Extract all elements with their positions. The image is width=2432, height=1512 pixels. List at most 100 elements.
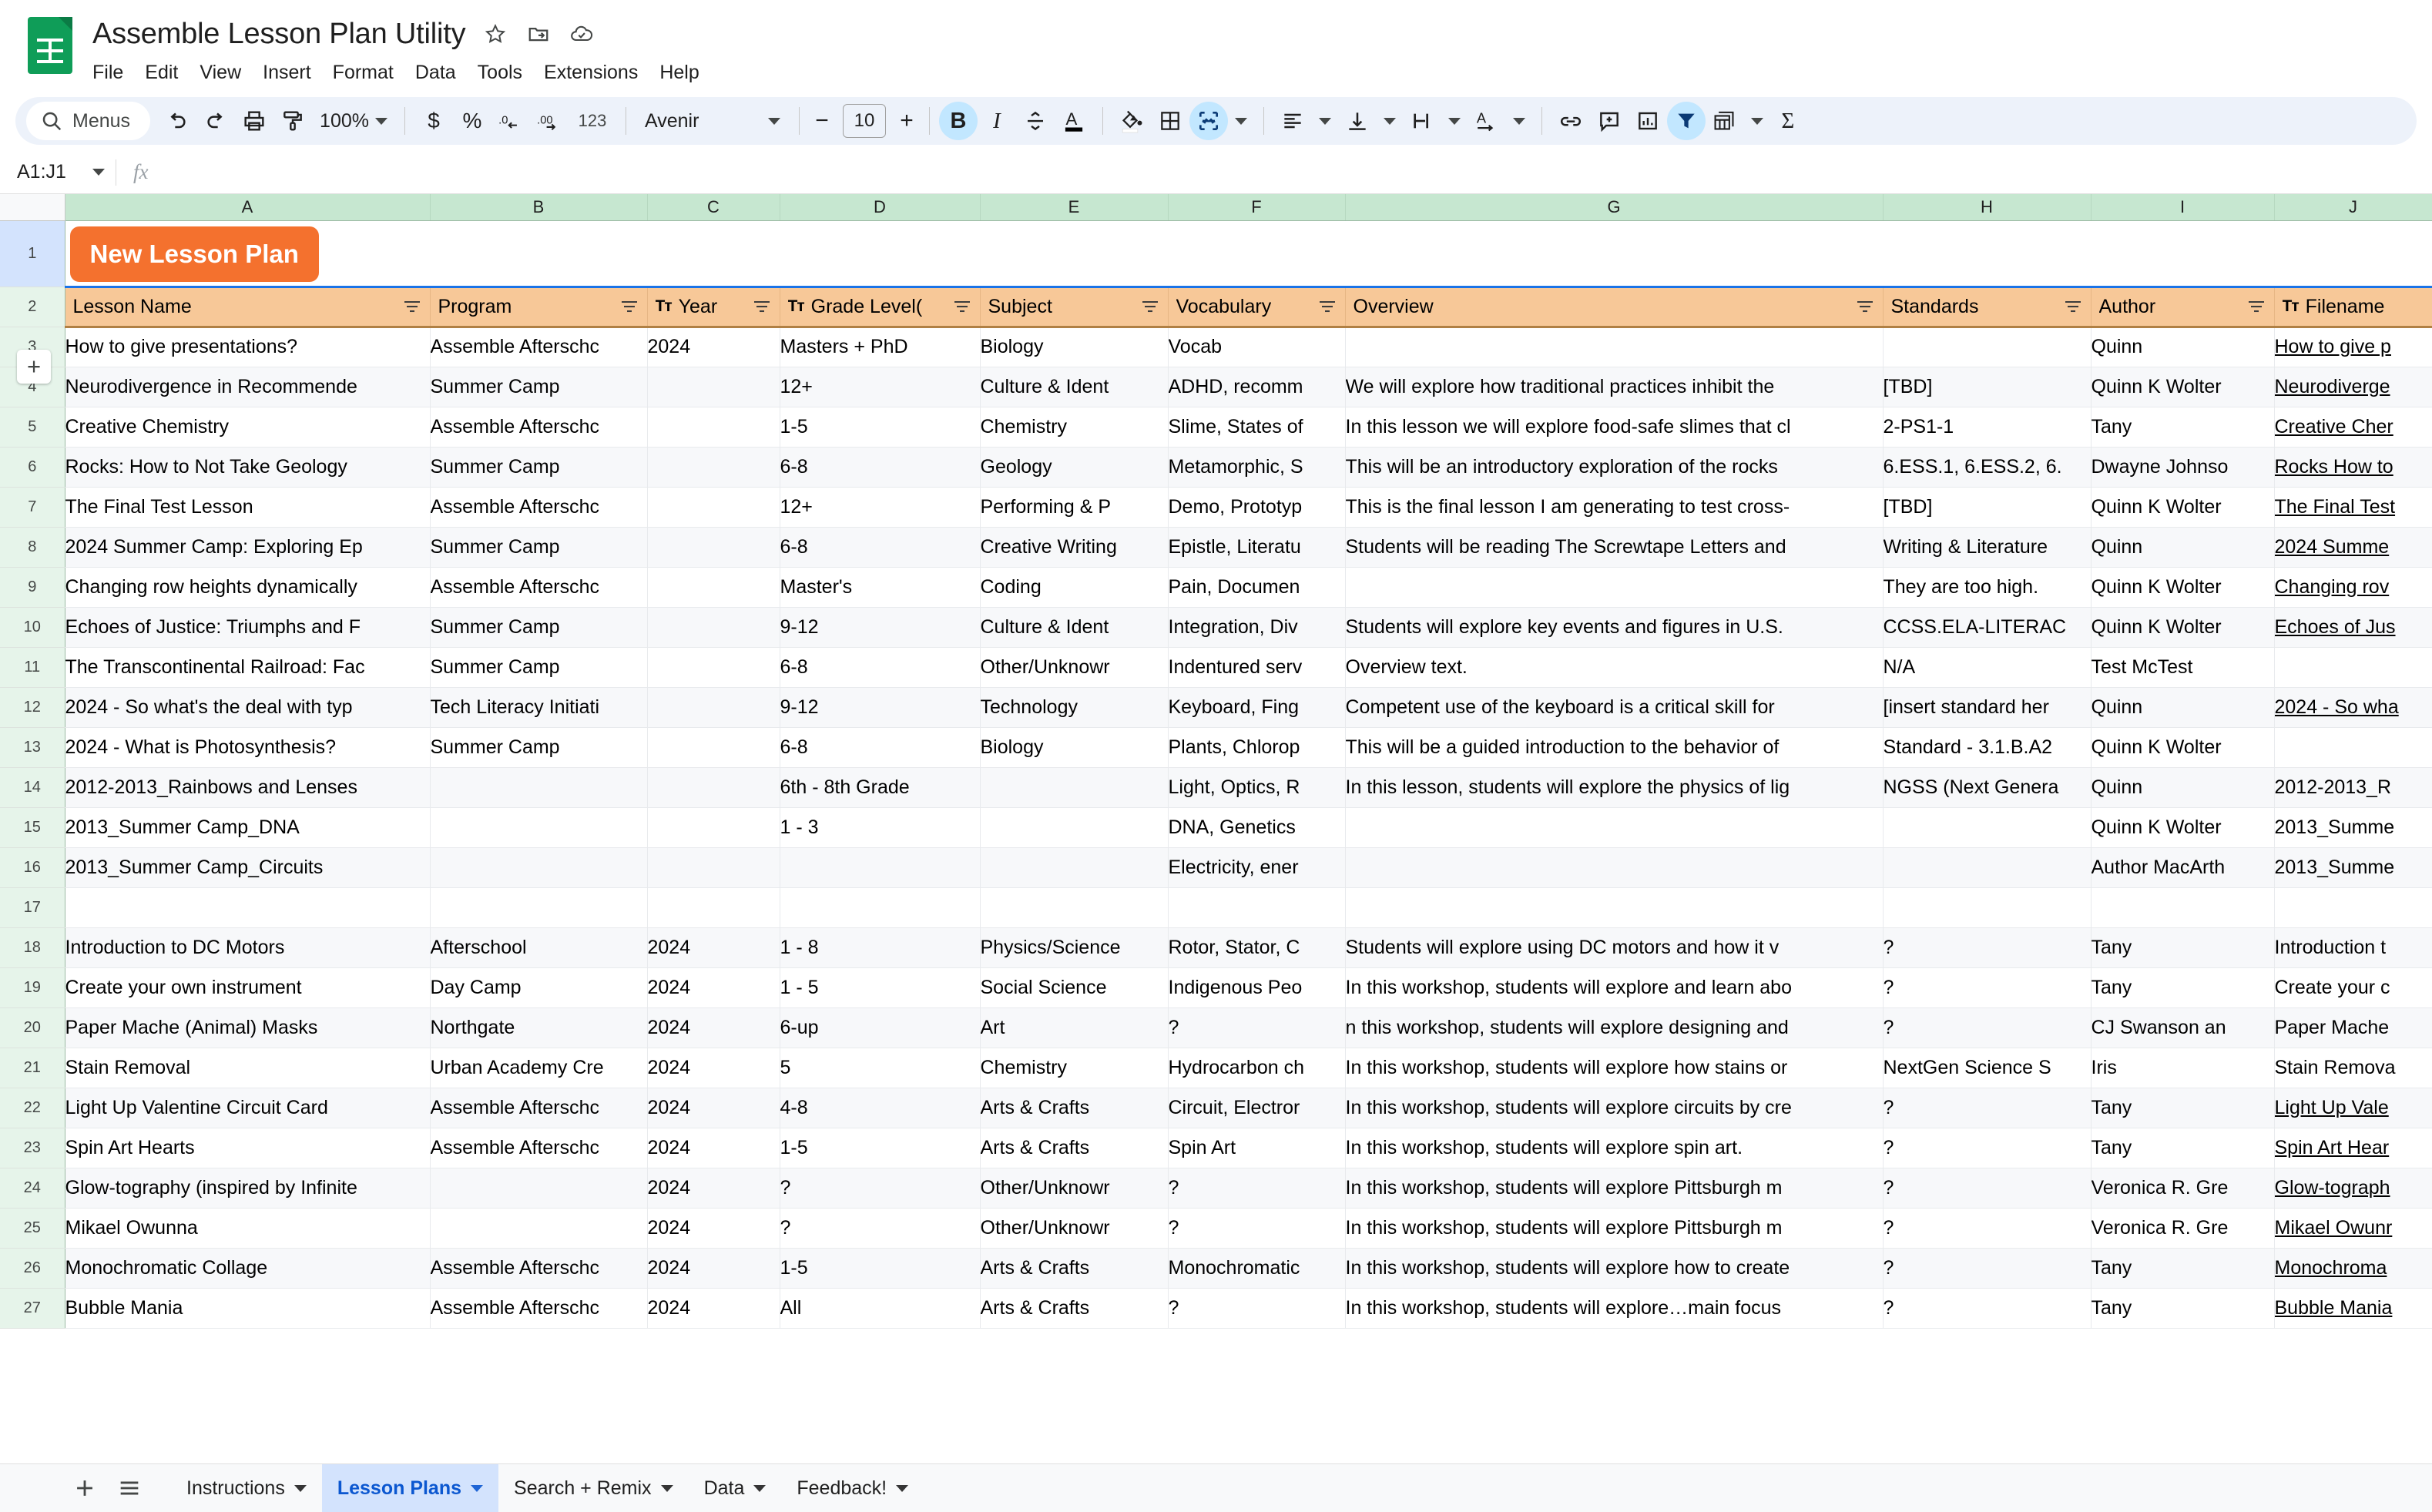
cell-F22[interactable]: Circuit, Electror [1168,1088,1346,1128]
cell-A14[interactable]: 2012-2013_Rainbows and Lenses [65,767,431,808]
cell-F27[interactable]: ? [1168,1288,1346,1329]
cell-D12[interactable]: 9-12 [780,687,981,728]
cell-A12[interactable]: 2024 - So what's the deal with typ [65,687,431,728]
decrease-decimal-button[interactable]: .0 [491,102,530,140]
cell-A18[interactable]: Introduction to DC Motors [65,927,431,968]
table-row[interactable]: 14 2012-2013_Rainbows and Lenses 6th - 8t… [0,767,2432,808]
cell-E3[interactable]: Biology [980,327,1169,367]
cell-D13[interactable]: 6-8 [780,727,981,768]
cell-G18[interactable]: Students will explore using DC motors an… [1345,927,1884,968]
cell-I5[interactable]: Tany [2091,407,2275,448]
cell-C17[interactable] [647,887,780,928]
cell-B4[interactable]: Summer Camp [430,367,648,407]
cell-D17[interactable] [780,887,981,928]
table-row[interactable]: 22 Light Up Valentine Circuit Card Assembl… [0,1088,2432,1128]
cell-G7[interactable]: This is the final lesson I am generating… [1345,487,1884,528]
row-header-23[interactable]: 23 [0,1128,65,1168]
cell-I8[interactable]: Quinn [2091,527,2275,568]
cell-E17[interactable] [980,887,1169,928]
cell-J6[interactable]: Rocks How to [2274,447,2432,488]
column-header-h[interactable]: H [1883,194,2092,221]
cell-F25[interactable]: ? [1168,1208,1346,1249]
cell-B13[interactable]: Summer Camp [430,727,648,768]
currency-button[interactable]: $ [414,102,453,140]
table-row[interactable]: 26 Monochromatic Collage Assemble Aftersch… [0,1248,2432,1289]
cell-J18[interactable]: Introduction t [2274,927,2432,968]
merge-cells-button[interactable] [1189,102,1228,140]
cell-E24[interactable]: Other/Unknowr [980,1168,1169,1209]
cell-D8[interactable]: 6-8 [780,527,981,568]
cell-H15[interactable] [1883,807,2092,848]
menu-extensions[interactable]: Extensions [544,62,638,84]
cell-C9[interactable] [647,567,780,608]
cell-C27[interactable]: 2024 [647,1288,780,1329]
row-header-22[interactable]: 22 [0,1088,65,1128]
row-header-11[interactable]: 11 [0,647,65,688]
redo-button[interactable] [196,102,235,140]
chevron-down-icon[interactable] [660,1484,673,1492]
sheet-tab-search-remix[interactable]: Search + Remix [498,1464,689,1512]
cell-B11[interactable]: Summer Camp [430,647,648,688]
cell-C12[interactable] [647,687,780,728]
column-filter-header-lesson-name[interactable]: Lesson Name [65,287,431,328]
cell-G19[interactable]: In this workshop, students will explore … [1345,967,1884,1008]
cell-G12[interactable]: Competent use of the keyboard is a criti… [1345,687,1884,728]
text-rotation-dropdown[interactable] [1506,102,1532,140]
cell-B7[interactable]: Assemble Afterschc [430,487,648,528]
cell-D3[interactable]: Masters + PhD [780,327,981,367]
cell-D10[interactable]: 9-12 [780,607,981,648]
horizontal-align-button[interactable] [1273,102,1312,140]
cell-F24[interactable]: ? [1168,1168,1346,1209]
filter-icon[interactable] [1140,299,1160,314]
cell-D26[interactable]: 1-5 [780,1248,981,1289]
table-row[interactable]: 27 Bubble Mania Assemble Afterschc 2024 All A… [0,1288,2432,1329]
row-header-26[interactable]: 26 [0,1248,65,1289]
cell-F6[interactable]: Metamorphic, S [1168,447,1346,488]
cell-C15[interactable] [647,807,780,848]
cell-A16[interactable]: 2013_Summer Camp_Circuits [65,847,431,888]
cell-E5[interactable]: Chemistry [980,407,1169,448]
cell-A21[interactable]: Stain Removal [65,1048,431,1088]
cell-D14[interactable]: 6th - 8th Grade [780,767,981,808]
sheet-tab-data[interactable]: Data [689,1464,782,1512]
cell-B10[interactable]: Summer Camp [430,607,648,648]
add-sheet-button[interactable] [65,1468,105,1508]
table-row[interactable]: 7 The Final Test Lesson Assemble Afterschc… [0,487,2432,528]
table-row[interactable]: 4 Neurodivergence in Recommende Summer Cam… [0,367,2432,407]
cell-E13[interactable]: Biology [980,727,1169,768]
cell-A26[interactable]: Monochromatic Collage [65,1248,431,1289]
vertical-align-dropdown[interactable] [1377,102,1403,140]
cell-F7[interactable]: Demo, Prototyp [1168,487,1346,528]
table-row[interactable]: 18 Introduction to DC Motors Afterschool 20… [0,927,2432,968]
row-header-21[interactable]: 21 [0,1048,65,1088]
italic-button[interactable]: I [978,102,1016,140]
cell-A25[interactable]: Mikael Owunna [65,1208,431,1249]
table-row[interactable]: 3 How to give presentations? Assemble Afte… [0,327,2432,367]
menu-edit[interactable]: Edit [145,62,178,84]
cell-F16[interactable]: Electricity, ener [1168,847,1346,888]
cell-A13[interactable]: 2024 - What is Photosynthesis? [65,727,431,768]
decrease-font-size-button[interactable]: − [809,108,835,134]
banner-cell-C[interactable] [647,220,780,288]
table-row[interactable]: 11 The Transcontinental Railroad: Fac Summ… [0,647,2432,688]
cell-I18[interactable]: Tany [2091,927,2275,968]
column-header-e[interactable]: E [980,194,1169,221]
filter-icon[interactable] [952,299,972,314]
cell-H21[interactable]: NextGen Science S [1883,1048,2092,1088]
cell-D9[interactable]: Master's [780,567,981,608]
chevron-down-icon[interactable] [896,1484,909,1492]
cell-G10[interactable]: Students will explore key events and fig… [1345,607,1884,648]
pivot-table-dropdown[interactable] [1744,102,1770,140]
cell-J5[interactable]: Creative Cher [2274,407,2432,448]
cell-I13[interactable]: Quinn K Wolter [2091,727,2275,768]
table-row[interactable]: 15 2013_Summer Camp_DNA 1 - 3 DNA, Genetics… [0,807,2432,848]
vertical-align-button[interactable] [1338,102,1377,140]
cell-B18[interactable]: Afterschool [430,927,648,968]
cell-D21[interactable]: 5 [780,1048,981,1088]
filter-icon[interactable] [2063,299,2083,314]
cell-D19[interactable]: 1 - 5 [780,967,981,1008]
cell-D15[interactable]: 1 - 3 [780,807,981,848]
menu-tools[interactable]: Tools [478,62,522,84]
cell-H18[interactable]: ? [1883,927,2092,968]
spreadsheet-grid[interactable]: + ABCDEFGHIJ 1 New Lesson Plan 2 Lesson Nam… [0,194,2432,1463]
